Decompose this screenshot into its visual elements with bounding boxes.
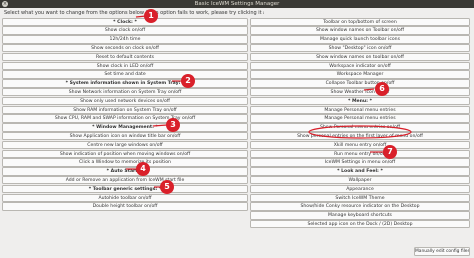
settings-window: × Basic IceWM Settings Manager Select wh… [0,0,474,258]
right-option-button[interactable]: Show Weather icon on/off [250,87,470,97]
left-option-button[interactable]: * Window Management: * [2,123,248,132]
left-option-button[interactable]: 12h/24h time [2,35,248,44]
left-option-button[interactable]: Reset to default contents [2,52,248,62]
left-option-button[interactable]: Click a Window to memorize its position [2,158,248,167]
left-option-button[interactable]: Show RAM information on System Tray on/o… [2,105,248,114]
marker-3: 3 [166,118,180,132]
left-option-button[interactable]: Show clock on/off [2,26,248,35]
left-option-button[interactable]: Show clock in LED on/off [2,61,248,70]
left-option-button[interactable]: Show indication of position when moving … [2,149,248,158]
left-option-button[interactable]: Set time and date [2,70,248,79]
right-option-button[interactable]: Wallpaper [250,175,470,185]
left-option-button[interactable]: * Auto Start: * [2,167,248,176]
right-option-button[interactable]: Toolbar on top/bottom of screen [250,17,470,26]
right-option-button[interactable]: Manage Personal menu entries [250,105,470,114]
left-option-button[interactable]: * Toolbar generic settings: * [2,184,248,194]
left-option-button[interactable]: Add or Remove an application from IceWM … [2,175,248,185]
marker-1: 1 [144,9,158,23]
left-option-button[interactable]: Show only used network devices on/off [2,96,248,106]
instruction-text: Select what you want to change from the … [4,10,264,16]
right-option-button[interactable]: Workspace indicator on/off [250,61,470,70]
left-option-button[interactable]: Show Network information on System Tray … [2,87,248,97]
right-option-button[interactable]: Manage Personal menu entries [250,114,470,123]
right-option-button[interactable]: Show window names on Toolbar on/off [250,26,470,35]
right-option-button[interactable]: Switch IceWM Theme [250,193,470,202]
left-option-button[interactable]: Show Application icon on window title ba… [2,131,248,141]
right-option-button[interactable]: Show Personal menu entries on/off [250,123,470,132]
title-bar: × Basic IceWM Settings Manager [0,0,474,8]
manually-edit-config-button[interactable]: Manually edit config files [414,247,470,256]
right-option-button[interactable]: Show personal entries on the first layer… [250,131,470,141]
left-option-button[interactable]: Show CPU, RAM and SWAP information on Sy… [2,114,248,123]
left-option-button[interactable]: * System information shown in System Tra… [2,79,248,88]
marker-5: 5 [160,180,174,194]
right-option-button[interactable]: Manage keyboard shortcuts [250,211,470,220]
right-option-button[interactable]: Show/hide Conky resource indicator on th… [250,202,470,211]
left-option-button[interactable]: Show seconds on clock on/off [2,43,248,53]
right-option-button[interactable]: * Menu: * [250,96,470,106]
right-option-button[interactable]: Show window names on toolbar on/off [250,52,470,62]
marker-6: 6 [375,82,389,96]
left-option-button[interactable]: Centre new large windows on/off [2,140,248,150]
right-option-button[interactable]: Appearance [250,184,470,194]
right-option-button[interactable]: Show "Desktop" icon on/off [250,43,470,53]
left-option-button[interactable]: Autohide toolbar on/off [2,193,248,202]
right-option-button[interactable]: Run menu entry on/off [250,149,470,158]
left-option-button[interactable]: Double height toolbar on/off [2,202,248,211]
right-option-button[interactable]: Workspace Manager [250,70,470,79]
left-option-button[interactable]: * Clock: * [2,17,248,26]
marker-2: 2 [181,74,195,88]
right-option-button[interactable]: Xkill menu entry on/off [250,140,470,150]
right-option-button[interactable]: * Look and Feel: * [250,167,470,176]
right-option-button[interactable]: Selected app icon on the Dock / (2D) Des… [250,219,470,229]
marker-4: 4 [136,162,150,176]
window-title: Basic IceWM Settings Manager [194,1,280,7]
marker-7: 7 [383,145,397,159]
right-option-button[interactable]: IceWM Settings in menu on/off [250,158,470,167]
right-option-button[interactable]: Manage quick launch toolbar icons [250,35,470,44]
right-option-button[interactable]: Collapse Toolbar button on/off [250,79,470,88]
